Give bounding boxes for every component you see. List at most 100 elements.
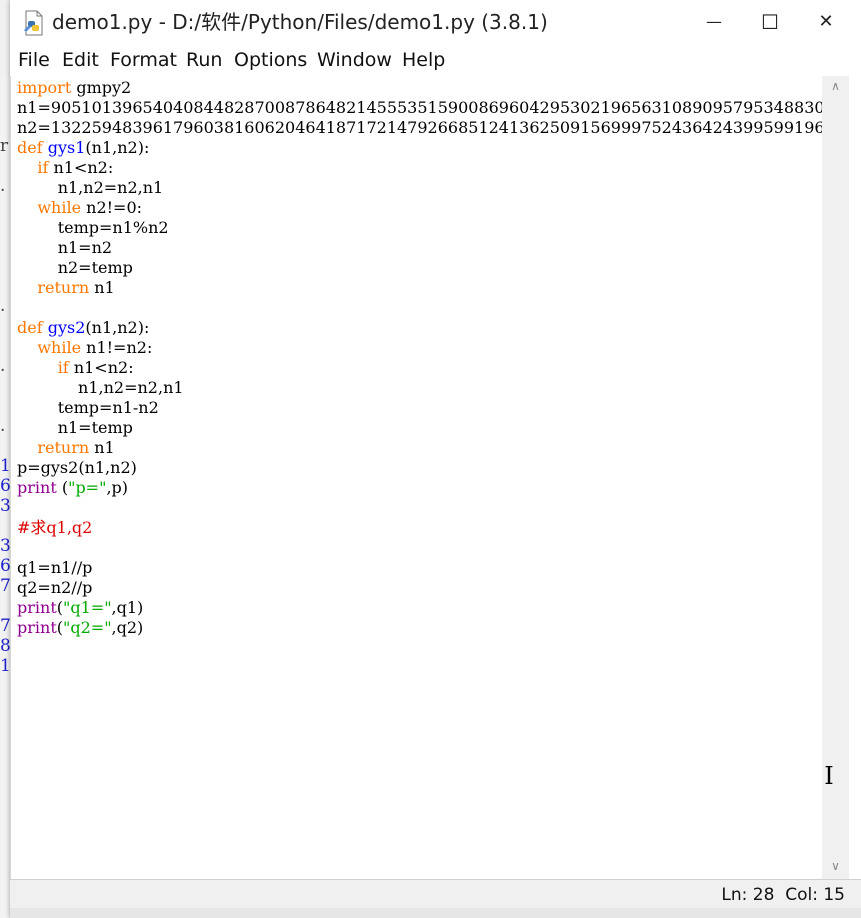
code-token: gys2 <box>47 318 86 337</box>
code-line[interactable]: print("q1=",q1) <box>17 598 823 618</box>
code-line[interactable]: print("q2=",q2) <box>17 618 823 638</box>
scroll-down-arrow-icon[interactable]: ∨ <box>822 856 849 876</box>
menu-bar: File Edit Format Run Options Window Help <box>10 46 861 74</box>
code-token: n2=temp <box>17 258 133 277</box>
code-token: #求q1,q2 <box>17 518 93 537</box>
code-token: n1 <box>89 438 115 457</box>
code-token: n1=9051013965404084482870087864821455535… <box>17 98 823 117</box>
code-token: n1!=n2: <box>81 338 153 357</box>
code-line[interactable]: while n2!=0: <box>17 198 823 218</box>
maximize-icon: ☐ <box>761 10 779 34</box>
code-token: (n1,n2): <box>85 318 150 337</box>
menu-help[interactable]: Help <box>402 46 445 74</box>
code-line[interactable]: p=gys2(n1,n2) <box>17 458 823 478</box>
code-line[interactable]: def gys2(n1,n2): <box>17 318 823 338</box>
code-line[interactable]: #求q1,q2 <box>17 518 823 538</box>
window-bottom-edge <box>10 908 861 918</box>
code-line[interactable]: n2=1322594839617960381606204641871721479… <box>17 118 823 138</box>
close-button[interactable]: ✕ <box>798 0 854 44</box>
scroll-up-arrow-icon[interactable]: ∧ <box>822 76 849 96</box>
line-number: Ln: 28 <box>721 885 775 905</box>
code-token: ,q1) <box>111 598 144 617</box>
code-token: temp=n1-n2 <box>17 398 159 417</box>
code-line[interactable]: import gmpy2 <box>17 78 823 98</box>
code-token: while <box>37 338 82 357</box>
code-token: n1=temp <box>17 418 133 437</box>
window-right-edge <box>849 76 861 879</box>
window-title: demo1.py - D:/软件/Python/Files/demo1.py (… <box>52 10 548 34</box>
code-token: ,p) <box>106 478 129 497</box>
minimize-icon: — <box>706 12 722 31</box>
code-line[interactable]: def gys1(n1,n2): <box>17 138 823 158</box>
code-line[interactable]: return n1 <box>17 278 823 298</box>
code-token: q2=n2//p <box>17 578 93 597</box>
code-token: print <box>17 478 57 497</box>
code-token: ,q2) <box>111 618 144 637</box>
code-line[interactable]: n1,n2=n2,n1 <box>17 178 823 198</box>
code-token: "p=" <box>68 478 107 497</box>
text-cursor-icon: I <box>824 762 834 790</box>
minimize-button[interactable]: — <box>686 0 742 44</box>
code-token: n2=1322594839617960381606204641871721479… <box>17 118 823 137</box>
menu-run[interactable]: Run <box>186 46 222 74</box>
menu-file[interactable]: File <box>18 46 50 74</box>
code-line[interactable]: n1=9051013965404084482870087864821455535… <box>17 98 823 118</box>
maximize-button[interactable]: ☐ <box>742 0 798 44</box>
idle-editor-window: demo1.py - D:/软件/Python/Files/demo1.py (… <box>10 0 861 918</box>
menu-options[interactable]: Options <box>234 46 307 74</box>
code-text[interactable]: import gmpy2 n1=9051013965404084482870087… <box>17 78 823 638</box>
code-token: p=gys2(n1,n2) <box>17 458 137 477</box>
code-token: (n1,n2): <box>85 138 150 157</box>
vertical-scrollbar[interactable]: ∧ ∨ <box>822 76 849 879</box>
code-line[interactable] <box>17 498 823 518</box>
code-line[interactable]: n1=n2 <box>17 238 823 258</box>
close-icon: ✕ <box>818 11 834 32</box>
code-token: "q1=" <box>63 598 112 617</box>
code-line[interactable]: temp=n1%n2 <box>17 218 823 238</box>
code-token: def <box>17 318 43 337</box>
code-line[interactable]: print ("p=",p) <box>17 478 823 498</box>
menu-window[interactable]: Window <box>317 46 392 74</box>
code-editor[interactable]: import gmpy2 n1=9051013965404084482870087… <box>10 76 823 879</box>
code-line[interactable]: return n1 <box>17 438 823 458</box>
python-file-icon <box>24 10 43 36</box>
code-token: print <box>17 598 57 617</box>
code-token: import <box>17 78 72 97</box>
code-token: def <box>17 138 43 157</box>
status-bar: Ln: 28 Col: 15 <box>10 879 861 909</box>
code-token: return <box>37 438 90 457</box>
title-bar[interactable]: demo1.py - D:/软件/Python/Files/demo1.py (… <box>10 0 861 44</box>
code-line[interactable]: n1,n2=n2,n1 <box>17 378 823 398</box>
code-token: n2!=0: <box>81 198 143 217</box>
code-token: if <box>37 158 49 177</box>
code-line[interactable] <box>17 298 823 318</box>
menu-format[interactable]: Format <box>110 46 177 74</box>
code-line[interactable]: temp=n1-n2 <box>17 398 823 418</box>
code-token: gmpy2 <box>71 78 132 97</box>
menu-edit[interactable]: Edit <box>62 46 99 74</box>
code-token: return <box>37 278 90 297</box>
code-line[interactable]: n1=temp <box>17 418 823 438</box>
code-line[interactable]: while n1!=n2: <box>17 338 823 358</box>
code-token: "q2=" <box>63 618 112 637</box>
code-line[interactable]: if n1<n2: <box>17 158 823 178</box>
code-token: n1,n2=n2,n1 <box>17 178 164 197</box>
code-line[interactable]: if n1<n2: <box>17 358 823 378</box>
code-line[interactable]: q2=n2//p <box>17 578 823 598</box>
code-token: n1<n2: <box>68 358 134 377</box>
code-token: gys1 <box>47 138 86 157</box>
code-line[interactable] <box>17 538 823 558</box>
code-line[interactable]: q1=n1//p <box>17 558 823 578</box>
cursor-position: Ln: 28 Col: 15 <box>721 883 845 907</box>
code-token: q1=n1//p <box>17 558 93 577</box>
code-line[interactable]: n2=temp <box>17 258 823 278</box>
code-token: while <box>37 198 82 217</box>
code-token: ( <box>56 478 69 497</box>
code-token: temp=n1%n2 <box>17 218 169 237</box>
